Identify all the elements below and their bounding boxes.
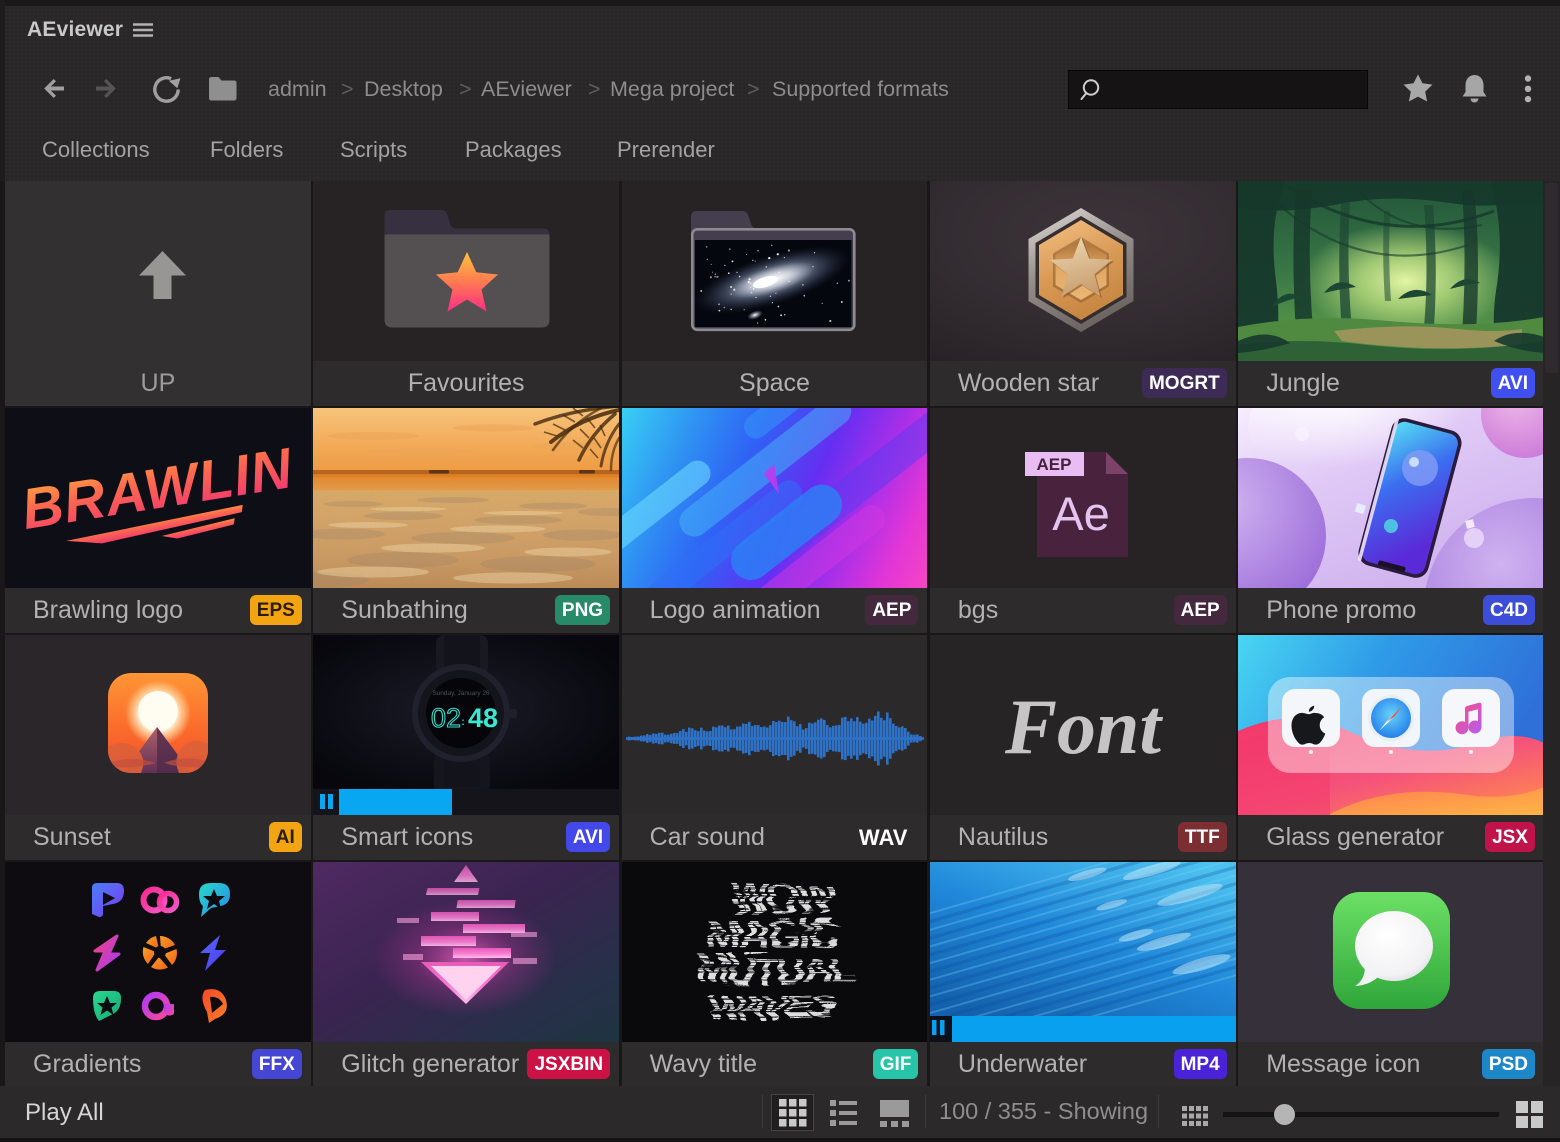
- svg-text:AEP: AEP: [1036, 455, 1071, 474]
- svg-text:02: 02: [431, 703, 461, 733]
- svg-text:48: 48: [468, 703, 498, 733]
- svg-text:Font: Font: [1004, 683, 1163, 770]
- svg-text:WAVES: WAVES: [709, 985, 834, 1027]
- svg-text::: :: [462, 717, 465, 728]
- svg-text:Sunday, January 26: Sunday, January 26: [433, 690, 491, 697]
- svg-text:Ae: Ae: [1052, 487, 1110, 540]
